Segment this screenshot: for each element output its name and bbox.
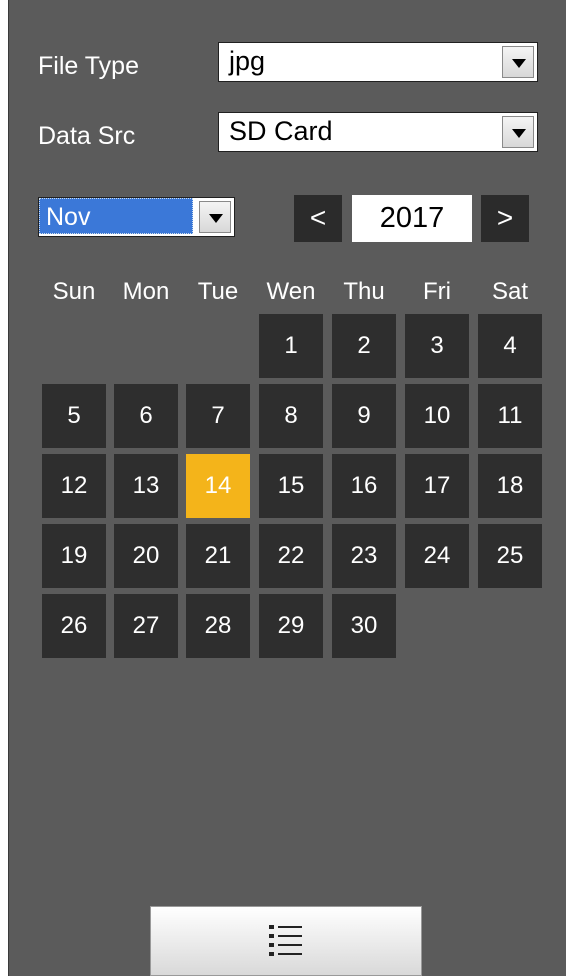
month-select[interactable]: Nov bbox=[38, 197, 235, 237]
weekday-header: Thu bbox=[343, 278, 385, 305]
calendar-day[interactable]: 8 bbox=[259, 384, 323, 448]
calendar-day[interactable]: 30 bbox=[332, 594, 396, 658]
weekday-header: Wen bbox=[266, 278, 316, 305]
next-year-button[interactable]: > bbox=[481, 195, 529, 242]
calendar-day[interactable]: 29 bbox=[259, 594, 323, 658]
calendar-day[interactable]: 25 bbox=[478, 524, 542, 588]
calendar-day[interactable]: 18 bbox=[478, 454, 542, 518]
list-view-button[interactable] bbox=[150, 906, 422, 976]
calendar-day[interactable]: 9 bbox=[332, 384, 396, 448]
prev-year-button[interactable]: < bbox=[294, 195, 342, 242]
calendar-day[interactable]: 11 bbox=[478, 384, 542, 448]
calendar-day[interactable]: 1 bbox=[259, 314, 323, 378]
calendar-day[interactable]: 23 bbox=[332, 524, 396, 588]
file-type-select[interactable]: jpg bbox=[218, 42, 538, 82]
weekday-header: Tue bbox=[197, 278, 239, 305]
calendar-day[interactable]: 5 bbox=[42, 384, 106, 448]
weekday-header: Sun bbox=[52, 278, 96, 305]
weekday-header: Sat bbox=[491, 278, 529, 305]
calendar-day[interactable]: 3 bbox=[405, 314, 469, 378]
chevron-down-icon[interactable] bbox=[502, 46, 534, 78]
data-src-value: SD Card bbox=[229, 116, 333, 146]
calendar-day-selected[interactable]: 14 bbox=[186, 454, 250, 518]
year-display: 2017 bbox=[352, 195, 472, 242]
calendar-day[interactable]: 7 bbox=[186, 384, 250, 448]
calendar-day[interactable]: 6 bbox=[114, 384, 178, 448]
calendar-day[interactable]: 19 bbox=[42, 524, 106, 588]
weekday-header: Mon bbox=[122, 278, 170, 305]
calendar-day[interactable]: 24 bbox=[405, 524, 469, 588]
data-src-select[interactable]: SD Card bbox=[218, 112, 538, 152]
calendar-day[interactable]: 20 bbox=[114, 524, 178, 588]
chevron-down-icon[interactable] bbox=[199, 201, 231, 233]
calendar-day[interactable]: 28 bbox=[186, 594, 250, 658]
calendar-day[interactable]: 2 bbox=[332, 314, 396, 378]
search-panel: File Type jpg Data Src SD Card Nov < 201… bbox=[8, 0, 566, 976]
calendar-day[interactable]: 16 bbox=[332, 454, 396, 518]
month-value: Nov bbox=[39, 198, 193, 234]
file-type-value: jpg bbox=[229, 46, 266, 76]
data-src-label: Data Src bbox=[38, 122, 136, 150]
weekday-header: Fri bbox=[423, 278, 451, 305]
calendar-day[interactable]: 17 bbox=[405, 454, 469, 518]
calendar-day[interactable]: 15 bbox=[259, 454, 323, 518]
file-type-label: File Type bbox=[38, 52, 139, 80]
calendar-day[interactable]: 27 bbox=[114, 594, 178, 658]
calendar-day[interactable]: 4 bbox=[478, 314, 542, 378]
calendar-day[interactable]: 12 bbox=[42, 454, 106, 518]
chevron-down-icon[interactable] bbox=[502, 116, 534, 148]
calendar-day[interactable]: 26 bbox=[42, 594, 106, 658]
calendar-day[interactable]: 10 bbox=[405, 384, 469, 448]
calendar-day[interactable]: 21 bbox=[186, 524, 250, 588]
calendar-day[interactable]: 22 bbox=[259, 524, 323, 588]
calendar-day[interactable]: 13 bbox=[114, 454, 178, 518]
list-icon bbox=[269, 925, 302, 956]
